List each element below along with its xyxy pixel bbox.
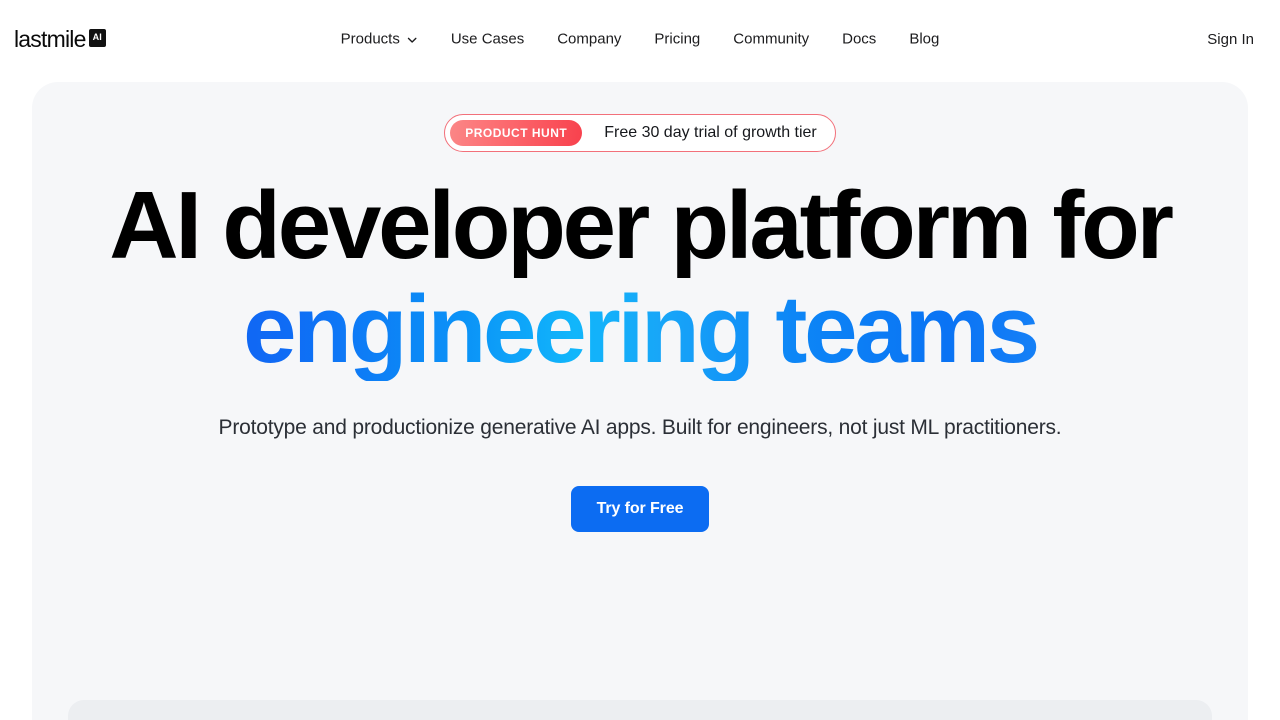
nav-item-docs-label: Docs (842, 30, 877, 48)
nav-item-docs[interactable]: Docs (842, 32, 876, 47)
nav-item-blog[interactable]: Blog (909, 32, 939, 47)
page-title: AI developer platform for engineering te… (32, 174, 1248, 381)
announcement-banner[interactable]: PRODUCT HUNT Free 30 day trial of growth… (444, 114, 836, 152)
announcement-row: PRODUCT HUNT Free 30 day trial of growth… (32, 114, 1248, 152)
nav-item-blog-label: Blog (909, 30, 940, 48)
nav-item-company-label: Company (557, 30, 622, 48)
nav-item-use-cases[interactable]: Use Cases (451, 32, 524, 47)
primary-nav-links: Products Use Cases Company Pricing Commu… (341, 32, 940, 47)
product-hunt-badge: PRODUCT HUNT (450, 120, 583, 146)
nav-item-pricing-label: Pricing (654, 30, 701, 48)
nav-item-pricing[interactable]: Pricing (654, 32, 700, 47)
nav-item-products[interactable]: Products (341, 32, 418, 47)
headline-line-2: engineering teams (92, 277, 1188, 382)
nav-item-community[interactable]: Community (733, 32, 809, 47)
product-preview-card (68, 700, 1212, 720)
nav-item-use-cases-label: Use Cases (450, 30, 525, 48)
nav-item-company[interactable]: Company (557, 32, 621, 47)
nav-right-actions: Sign In (1207, 32, 1254, 47)
headline-line-1: AI developer platform for (109, 172, 1174, 279)
brand-name: lastmile (14, 25, 86, 52)
brand-ai-badge: AI (88, 29, 106, 47)
sign-in-link[interactable]: Sign In (1207, 32, 1254, 47)
nav-item-community-label: Community (733, 30, 810, 48)
brand-logo[interactable]: lastmile AI (14, 25, 106, 52)
announcement-text: Free 30 day trial of growth tier (604, 124, 817, 141)
hero-subheadline: Prototype and productionize generative A… (218, 416, 1062, 440)
top-navigation-bar: lastmile AI Products Use Cases Company P… (0, 0, 1280, 78)
hero-panel: PRODUCT HUNT Free 30 day trial of growth… (32, 82, 1248, 720)
nav-item-products-label: Products (340, 30, 400, 48)
try-for-free-button[interactable]: Try for Free (570, 485, 710, 532)
chevron-down-icon (407, 35, 418, 46)
cta-row: Try for Free (32, 485, 1248, 532)
